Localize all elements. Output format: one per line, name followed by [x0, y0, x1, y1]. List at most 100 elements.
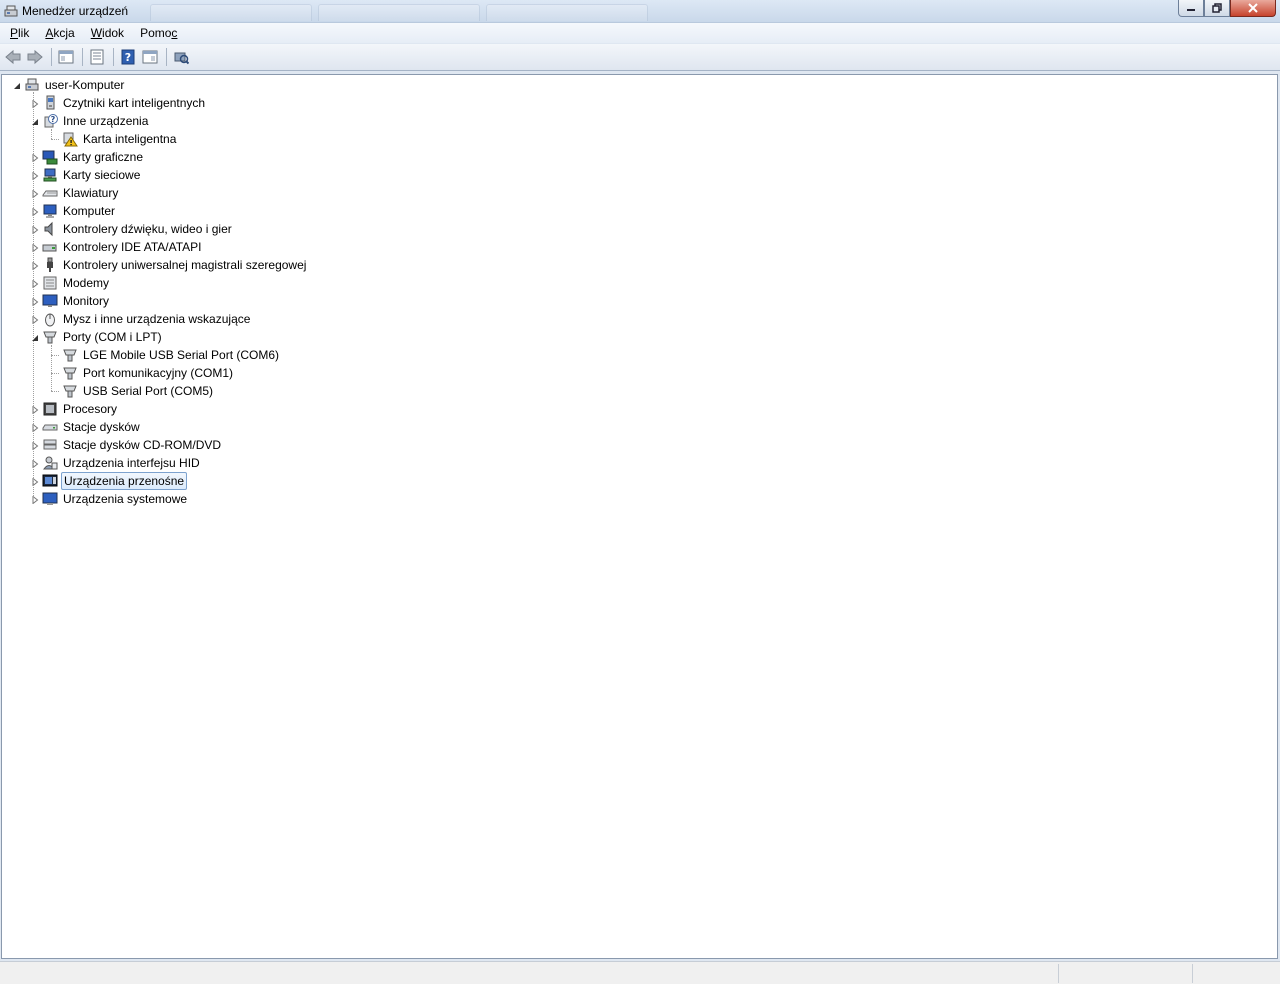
tree-root[interactable]: user-Komputer: [24, 76, 126, 94]
tree-item-label: Kontrolery dźwięku, wideo i gier: [63, 222, 232, 236]
tree-category-item[interactable]: Karty sieciowe: [42, 166, 142, 184]
tree-category-item[interactable]: Klawiatury: [42, 184, 120, 202]
scan-hardware-changes-button[interactable]: [171, 47, 191, 67]
menu-view[interactable]: Widok: [85, 26, 130, 40]
expand-arrow-icon[interactable]: [30, 207, 39, 216]
tree-category-item[interactable]: Monitory: [42, 292, 111, 310]
forward-button[interactable]: [25, 47, 45, 67]
menu-file[interactable]: Plik: [4, 26, 35, 40]
tree-connector: [51, 139, 59, 140]
expand-arrow-icon[interactable]: [30, 297, 39, 306]
close-button[interactable]: [1230, 0, 1276, 17]
tree-category-item[interactable]: Karty graficzne: [42, 148, 145, 166]
tree-connector: [51, 391, 59, 392]
svg-text:?: ?: [125, 51, 131, 64]
expand-arrow-icon[interactable]: [30, 171, 39, 180]
tree-category-item[interactable]: Urządzenia interfejsu HID: [42, 454, 202, 472]
tree-category-item[interactable]: Kontrolery uniwersalnej magistrali szere…: [42, 256, 308, 274]
svg-text:?: ?: [51, 115, 56, 124]
tree-item-label: Porty (COM i LPT): [63, 330, 162, 344]
show-hide-console-tree-button[interactable]: [56, 47, 76, 67]
expand-arrow-icon[interactable]: [30, 405, 39, 414]
expand-arrow-icon[interactable]: [30, 243, 39, 252]
expand-arrow-icon[interactable]: [30, 315, 39, 324]
unknown-device-icon: ?: [44, 114, 58, 128]
collapse-arrow-icon[interactable]: [12, 81, 21, 90]
warning-device-icon: [63, 132, 78, 147]
expand-arrow-icon[interactable]: [30, 99, 39, 108]
tree-item-label: Czytniki kart inteligentnych: [63, 96, 206, 110]
restore-icon: [1212, 3, 1222, 13]
status-pane: [1192, 964, 1279, 983]
expand-arrow-icon[interactable]: [30, 459, 39, 468]
keyboard-icon: [42, 190, 58, 197]
disk-drive-icon: [42, 424, 58, 431]
tree-category-item[interactable]: Stacje dysków: [42, 418, 142, 436]
tree-category-item[interactable]: Urządzenia systemowe: [42, 490, 189, 508]
smart-card-reader-icon: [46, 95, 55, 110]
tree-item-label: Urządzenia przenośne: [61, 472, 188, 490]
window-controls: [1178, 0, 1276, 17]
port-icon: [63, 367, 77, 380]
port-icon: [63, 349, 77, 362]
action-pane-button[interactable]: [140, 47, 160, 67]
expand-arrow-icon[interactable]: [30, 153, 39, 162]
tree-device-item[interactable]: LGE Mobile USB Serial Port (COM6): [62, 346, 281, 364]
status-pane: [1058, 964, 1193, 983]
minimize-button[interactable]: [1178, 0, 1204, 17]
tree-category-item[interactable]: Porty (COM i LPT): [42, 328, 164, 346]
properties-button[interactable]: [87, 47, 107, 67]
toolbar: ?: [0, 44, 1280, 71]
maximize-button[interactable]: [1204, 0, 1230, 17]
title-bar: Menedżer urządzeń: [0, 0, 1280, 23]
tree-category-item[interactable]: Urządzenia przenośne: [42, 472, 188, 490]
back-button[interactable]: [3, 47, 23, 67]
tree-item-label: Monitory: [63, 294, 110, 308]
display-adapter-icon: [42, 150, 58, 165]
tree-connector: [33, 92, 34, 498]
cdrom-drive-icon: [43, 439, 57, 450]
collapse-arrow-icon[interactable]: [30, 333, 39, 342]
expand-arrow-icon[interactable]: [30, 225, 39, 234]
menu-action[interactable]: Akcja: [39, 26, 80, 40]
port-icon: [63, 385, 77, 398]
expand-arrow-icon[interactable]: [30, 423, 39, 432]
tree-category-item[interactable]: Modemy: [42, 274, 111, 292]
expand-arrow-icon[interactable]: [30, 495, 39, 504]
tree-category-item[interactable]: ? Inne urządzenia: [42, 112, 150, 130]
tree-device-item[interactable]: Port komunikacyjny (COM1): [62, 364, 235, 382]
expand-arrow-icon[interactable]: [30, 189, 39, 198]
expand-arrow-icon[interactable]: [30, 261, 39, 270]
tree-category-item[interactable]: Czytniki kart inteligentnych: [42, 94, 207, 112]
expand-arrow-icon[interactable]: [30, 441, 39, 450]
tree-device-item[interactable]: USB Serial Port (COM5): [62, 382, 215, 400]
tree-category-item[interactable]: Kontrolery dźwięku, wideo i gier: [42, 220, 234, 238]
expand-arrow-icon[interactable]: [30, 477, 39, 486]
toolbar-separator: [166, 48, 167, 66]
help-icon: ?: [121, 49, 135, 65]
collapse-arrow-icon[interactable]: [30, 117, 39, 126]
tree-category-item[interactable]: Mysz i inne urządzenia wskazujące: [42, 310, 252, 328]
tree-item-label: Mysz i inne urządzenia wskazujące: [63, 312, 251, 326]
ghost-tab: [318, 4, 480, 21]
expand-arrow-icon[interactable]: [30, 279, 39, 288]
tree-item-label: Kontrolery uniwersalnej magistrali szere…: [63, 258, 307, 272]
toolbar-separator: [51, 48, 52, 66]
tree-category-item[interactable]: Procesory: [42, 400, 119, 418]
tree-item-label: Inne urządzenia: [63, 114, 149, 128]
properties-icon: [90, 49, 104, 65]
tree-category-item[interactable]: Kontrolery IDE ATA/ATAPI: [42, 238, 204, 256]
scan-hardware-icon: [174, 52, 189, 65]
tree-connector: [51, 129, 52, 139]
help-button[interactable]: ?: [118, 47, 138, 67]
tree-category-item[interactable]: Stacje dysków CD-ROM/DVD: [42, 436, 223, 454]
status-bar: [0, 961, 1280, 984]
menu-help[interactable]: Pomoc: [134, 26, 183, 40]
tree-connector: [51, 373, 59, 374]
tree-item-label: Urządzenia interfejsu HID: [63, 456, 200, 470]
tree-item-label: Procesory: [63, 402, 118, 416]
tree-device-item[interactable]: Karta inteligentna: [62, 130, 178, 148]
tree-category-item[interactable]: Komputer: [42, 202, 117, 220]
tree-item-label: Klawiatury: [63, 186, 119, 200]
computer-icon: [43, 204, 57, 218]
